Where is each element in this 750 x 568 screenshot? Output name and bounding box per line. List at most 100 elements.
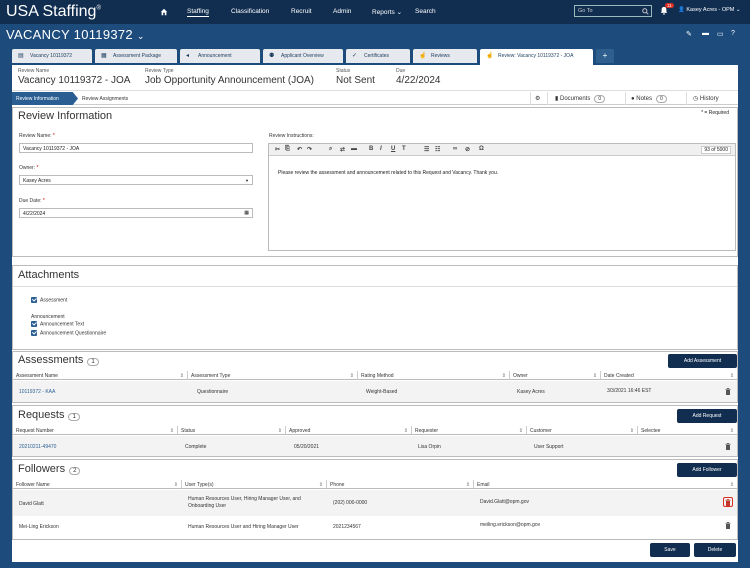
documents-label: Documents xyxy=(559,96,591,102)
col-approved[interactable]: Approved ⇕ xyxy=(286,426,412,435)
thumbs-up-icon: ☝ xyxy=(419,53,427,59)
column-label: Date Created xyxy=(604,373,634,379)
cell: Complete xyxy=(185,444,207,450)
column-label: Selectee xyxy=(641,428,661,434)
review-name-input[interactable]: Vacancy 10119372 - JOA xyxy=(19,143,253,153)
trash-icon[interactable] xyxy=(725,443,731,450)
assessment-name-link[interactable]: 10119372 - KAA xyxy=(19,389,55,395)
column-label: Status xyxy=(181,428,196,434)
subtab-review-information[interactable]: Review Information xyxy=(12,92,78,105)
nav-admin[interactable]: Admin xyxy=(333,8,351,15)
tab-assessment-package[interactable]: ▦ Assessment Package xyxy=(95,49,177,63)
announcement-questionnaire-checkbox[interactable]: Announcement Questionnaire xyxy=(31,330,106,336)
folder-icon[interactable]: ▬ xyxy=(702,30,709,37)
col-assessment-type[interactable]: Assessment Type ⇕ xyxy=(188,371,358,380)
nav-recruit[interactable]: Recruit xyxy=(291,8,312,15)
copy-icon[interactable]: ⎘ xyxy=(285,146,290,153)
delete-button[interactable]: Delete xyxy=(694,543,736,557)
col-selectee[interactable]: Selectee ⇕ xyxy=(638,426,737,435)
nav-reports[interactable]: Reports ⌄ xyxy=(372,8,402,16)
vacancy-title[interactable]: VACANCY 10119372 ⌄ xyxy=(6,27,145,42)
numbered-list-icon[interactable]: ☰ xyxy=(424,146,429,153)
owner-select[interactable]: Kasey Acres ▼ xyxy=(19,175,253,185)
spellcheck-icon[interactable]: ▬ xyxy=(351,146,357,152)
announcement-text-checkbox[interactable]: Announcement Text xyxy=(31,321,84,327)
col-request-number[interactable]: Request Number ⇕ xyxy=(13,426,178,435)
col-rating-method[interactable]: Rating Method ⇕ xyxy=(358,371,510,380)
help-icon[interactable]: ? xyxy=(731,30,735,37)
instructions-editor[interactable]: ✂ ⎘ ↶ ↷ ⌕ ⇄ ▬ B I U T ☰ ☷ ∞ ⊘ Ω 93 of 50… xyxy=(268,143,736,251)
col-assessment-name[interactable]: Assessment Name ⇕ xyxy=(13,371,188,380)
sort-icon: ⇕ xyxy=(173,482,178,488)
home-icon[interactable] xyxy=(160,8,168,16)
add-tab-button[interactable]: + xyxy=(596,49,614,63)
sort-icon: ⇕ xyxy=(729,428,734,434)
col-owner[interactable]: Owner ⇕ xyxy=(510,371,601,380)
documents-button[interactable]: ▮ Documents 0 xyxy=(547,92,625,105)
col-date-created[interactable]: Date Created ⇕ xyxy=(601,371,737,380)
bullet-list-icon[interactable]: ☷ xyxy=(435,146,440,153)
sort-icon: ⇕ xyxy=(518,428,523,434)
assessment-checkbox[interactable]: Assessment xyxy=(31,297,67,303)
redo-icon[interactable]: ↷ xyxy=(307,146,312,153)
goto-input[interactable]: Go To xyxy=(574,5,652,17)
add-assessment-button[interactable]: Add Assessment xyxy=(668,354,737,368)
tab-reviews[interactable]: ☝ Reviews xyxy=(413,49,477,63)
omega-icon[interactable]: Ω xyxy=(479,146,484,152)
col-status[interactable]: Status ⇕ xyxy=(178,426,286,435)
add-follower-button[interactable]: Add Follower xyxy=(677,463,737,477)
col-phone[interactable]: Phone ⇕ xyxy=(327,480,474,489)
col-user-types[interactable]: User Type(s) ⇕ xyxy=(182,480,327,489)
save-button[interactable]: Save xyxy=(650,543,690,557)
comment-icon[interactable]: ▭ xyxy=(717,30,724,38)
col-requester[interactable]: Requester ⇕ xyxy=(412,426,527,435)
due-date-input[interactable]: 4/22/2024 ▦ xyxy=(19,208,253,218)
trash-icon[interactable] xyxy=(725,522,731,529)
col-follower-name[interactable]: Follower Name ⇕ xyxy=(13,480,182,489)
tab-announcement[interactable]: ◂ Announcement xyxy=(180,49,260,63)
settings-button[interactable]: ⚙ xyxy=(530,92,546,105)
checkbox-label: Assessment xyxy=(40,297,68,304)
trash-icon[interactable] xyxy=(725,388,731,395)
cut-icon[interactable]: ✂ xyxy=(275,146,280,153)
history-label: History xyxy=(699,96,719,102)
tab-label: Vacancy 10119372 xyxy=(30,53,73,59)
instructions-text: Please review the assessment and announc… xyxy=(278,170,499,176)
cell: David.Glatt@opm.gov xyxy=(480,499,529,505)
calendar-icon[interactable]: ▦ xyxy=(244,210,249,216)
nav-staffing[interactable]: Staffing xyxy=(187,8,209,17)
subtab-review-assignments[interactable]: Review Assignments xyxy=(82,96,128,102)
request-number-link[interactable]: 20210211-49470 xyxy=(19,444,56,450)
search-icon[interactable] xyxy=(642,8,649,15)
history-button[interactable]: ◷ History xyxy=(686,92,738,105)
sort-icon: ⇕ xyxy=(318,482,323,488)
announcement-group-label: Announcement xyxy=(31,314,65,320)
nav-search[interactable]: Search xyxy=(415,8,436,15)
cell: (202) 000-0000 xyxy=(333,500,368,506)
column-label: Owner xyxy=(513,373,528,379)
find-icon[interactable]: ⌕ xyxy=(329,146,332,153)
trash-icon[interactable] xyxy=(725,499,731,506)
bold-icon[interactable]: B xyxy=(369,146,373,152)
user-menu[interactable]: 👤 Kasey Acres - OPM ⌄ xyxy=(678,7,741,13)
undo-icon[interactable]: ↶ xyxy=(297,146,302,153)
replace-icon[interactable]: ⇄ xyxy=(340,146,345,153)
tab-certificates[interactable]: ✓ Certificates xyxy=(346,49,410,63)
add-request-button[interactable]: Add Request xyxy=(677,409,737,423)
tab-applicant-overview[interactable]: ⚉ Applicant Overview xyxy=(263,49,343,63)
clear-format-icon[interactable]: T xyxy=(402,146,406,152)
tab-review-active[interactable]: ☝ Review: Vacancy 10119372 - JOA xyxy=(480,49,593,65)
document-icon: ▮ xyxy=(555,96,559,102)
notes-button[interactable]: ● Notes 0 xyxy=(625,92,685,105)
col-email[interactable]: Email ⇕ xyxy=(474,480,737,489)
col-customer[interactable]: Customer ⇕ xyxy=(527,426,638,435)
nav-classification[interactable]: Classification xyxy=(231,8,269,15)
unlink-icon[interactable]: ⊘ xyxy=(465,146,470,153)
requests-count: 1 xyxy=(68,413,80,421)
app-logo[interactable]: USA Staffing® xyxy=(6,3,101,21)
link-icon[interactable]: ∞ xyxy=(453,146,457,152)
italic-icon[interactable]: I xyxy=(380,146,382,152)
edit-icon[interactable]: ✎ xyxy=(686,30,692,38)
tab-vacancy[interactable]: ▤ Vacancy 10119372 xyxy=(12,49,92,63)
underline-icon[interactable]: U xyxy=(391,146,395,152)
